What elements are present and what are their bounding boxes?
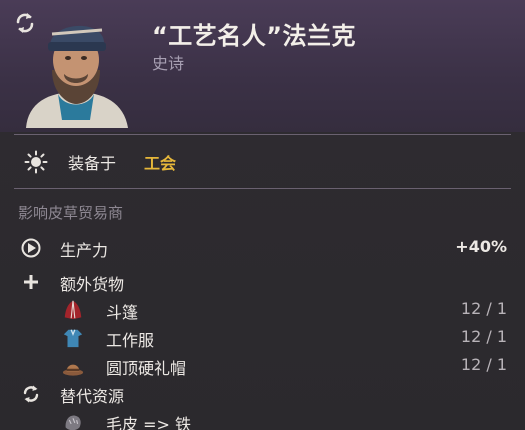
goods-item-ratio: 12 / 1	[460, 355, 507, 374]
goods-item[interactable]: 圆顶硬礼帽 12 / 1	[0, 352, 525, 380]
section-divider	[14, 188, 511, 189]
goods-item[interactable]: 斗篷 12 / 1	[0, 296, 525, 324]
productivity-label: 生产力	[60, 241, 109, 260]
rarity-label: 史诗	[152, 54, 185, 73]
goods-item-name: 工作服	[106, 331, 155, 350]
portrait-avatar	[26, 25, 128, 128]
fur-icon	[62, 411, 84, 430]
productivity-value: +40%	[455, 237, 507, 256]
influence-text: 影响皮草贸易商	[18, 204, 124, 222]
plus-icon	[20, 271, 42, 293]
equipped-label: 装备于	[68, 154, 117, 173]
sun-icon	[24, 150, 48, 174]
swap-resource-icon	[20, 383, 42, 405]
goods-item[interactable]: 工作服 12 / 1	[0, 324, 525, 352]
cloak-icon	[62, 299, 84, 321]
card-title: “工艺名人”法兰克	[152, 22, 357, 50]
alt-resource-name: 毛皮 => 铁	[106, 415, 191, 430]
workwear-icon	[62, 327, 84, 349]
card-header: “工艺名人”法兰克 史诗	[0, 0, 525, 132]
extra-goods-row: 额外货物	[0, 268, 525, 296]
goods-item-ratio: 12 / 1	[460, 327, 507, 346]
goods-item-name: 斗篷	[106, 303, 139, 322]
alt-resources-label: 替代资源	[60, 387, 125, 406]
goods-item-ratio: 12 / 1	[460, 299, 507, 318]
alt-resource-item[interactable]: 毛皮 => 铁	[0, 408, 525, 430]
equipped-building[interactable]: 工会	[144, 150, 176, 174]
bowler-hat-icon	[62, 355, 84, 377]
specialist-tooltip-card: “工艺名人”法兰克 史诗 装备于 工会 影响皮草贸易商 生产力 +40% 额外货…	[0, 0, 525, 430]
goods-item-name: 圆顶硬礼帽	[106, 359, 187, 378]
productivity-icon	[20, 237, 42, 259]
header-divider	[14, 134, 511, 135]
productivity-row: 生产力 +40%	[0, 234, 525, 262]
extra-goods-label: 额外货物	[60, 275, 125, 294]
alt-resources-row: 替代资源	[0, 380, 525, 408]
